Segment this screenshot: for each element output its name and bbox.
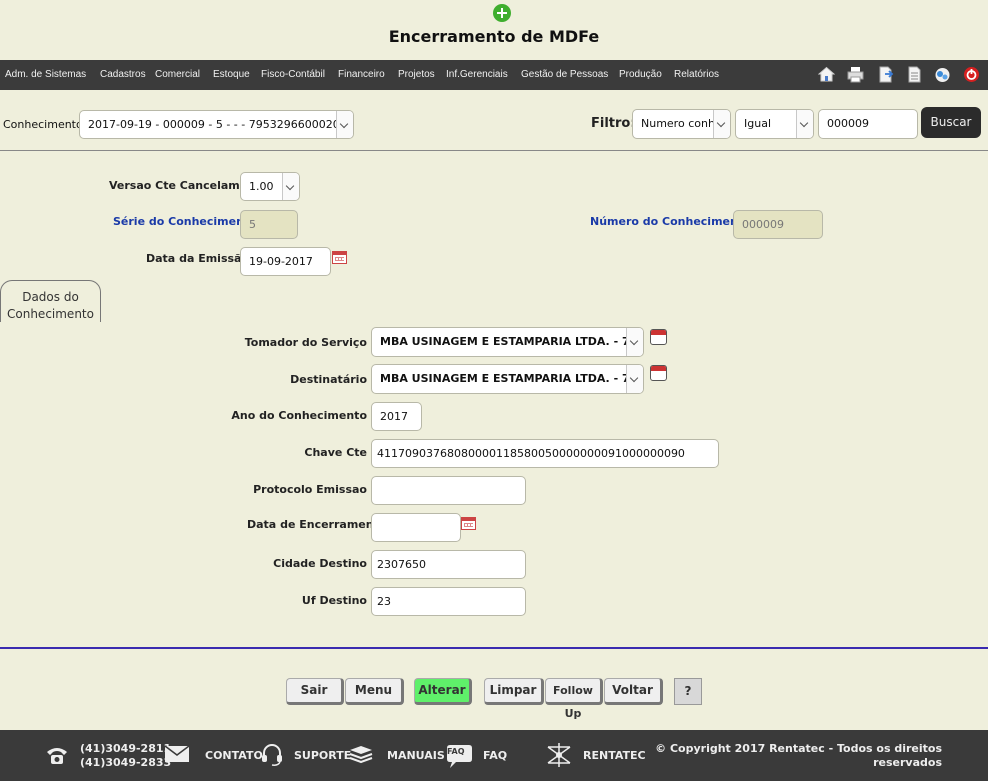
sair-button[interactable]: Sair <box>286 678 344 705</box>
chave-input[interactable]: 4117090376808000011858005000000009100000… <box>371 439 719 468</box>
filtro-field-value: Numero conh <box>641 117 715 130</box>
phone-icon <box>45 744 69 769</box>
faq-icon[interactable]: FAQ <box>444 742 474 770</box>
menu-item-adm-sistemas[interactable]: Adm. de Sistemas <box>5 69 86 80</box>
suporte-link[interactable]: SUPORTE <box>294 749 351 762</box>
main-menu-bar: Adm. de Sistemas Cadastros Comercial Est… <box>0 60 988 90</box>
rentatec-link[interactable]: RENTATEC <box>583 749 646 762</box>
emissao-input[interactable]: 19-09-2017 <box>240 247 331 276</box>
chave-label: Chave Cte <box>304 446 367 459</box>
conhecimento-select[interactable]: 2017-09-19 - 000009 - 5 - - - 7953296600… <box>79 110 354 139</box>
numero-label-text: Número do Conhecimento <box>590 215 751 228</box>
versao-select[interactable]: 1.00 <box>240 172 300 201</box>
uf-label: Uf Destino <box>301 594 367 607</box>
export-icon[interactable] <box>877 66 894 83</box>
calendar-icon[interactable] <box>332 251 347 264</box>
rentatec-logo-icon <box>544 741 574 772</box>
contato-link[interactable]: CONTATO <box>205 749 263 762</box>
tomador-select[interactable]: MBA USINAGEM E ESTAMPARIA LTDA. - 795329… <box>371 327 644 357</box>
phone-number-2[interactable]: (41)3049-2833 <box>80 756 171 769</box>
document-icon[interactable] <box>906 66 923 83</box>
manuais-link[interactable]: MANUAIS <box>387 749 445 762</box>
chevron-down-icon[interactable] <box>713 110 730 138</box>
menu-item-comercial[interactable]: Comercial <box>155 69 200 80</box>
limpar-button[interactable]: Limpar <box>484 678 544 705</box>
destinatario-select[interactable]: MBA USINAGEM E ESTAMPARIA LTDA. - 795329… <box>371 364 644 394</box>
cidade-input[interactable]: 2307650 <box>371 550 526 579</box>
protocolo-label: Protocolo Emissao <box>253 483 367 496</box>
emissao-label-text: Data da Emissão <box>146 252 250 265</box>
top-divider <box>0 150 988 151</box>
menu-item-inf-gerenciais[interactable]: Inf.Gerenciais <box>446 69 508 80</box>
serie-label-text: Série do Conhecimento <box>113 215 257 228</box>
ano-input[interactable]: 2017 <box>371 402 422 431</box>
emissao-label: Data da Emissão* <box>146 252 255 266</box>
chevron-down-icon[interactable] <box>626 365 643 393</box>
versao-select-value: 1.00 <box>249 180 274 193</box>
protocolo-input[interactable] <box>371 476 526 505</box>
menu-item-gestao-pessoas[interactable]: Gestão de Pessoas <box>521 69 608 80</box>
numero-input: 000009 <box>733 210 823 239</box>
menu-item-financeiro[interactable]: Financeiro <box>338 69 385 80</box>
print-icon[interactable] <box>847 66 864 83</box>
books-icon[interactable] <box>348 744 374 769</box>
help-button[interactable]: ? <box>674 678 702 705</box>
uf-input[interactable]: 23 <box>371 587 526 616</box>
calendar-grid <box>464 523 473 527</box>
filtro-value-input[interactable]: 000009 <box>818 109 918 139</box>
page-title: Encerramento de MDFe <box>388 27 600 46</box>
menu-item-estoque[interactable]: Estoque <box>213 69 250 80</box>
menu-item-producao[interactable]: Produção <box>619 69 662 80</box>
alterar-button[interactable]: Alterar <box>414 678 472 705</box>
serie-input: 5 <box>240 210 298 239</box>
chevron-down-icon[interactable] <box>626 328 643 356</box>
filtro-field-select[interactable]: Numero conh <box>632 109 731 139</box>
network-icon[interactable] <box>934 66 951 83</box>
filtro-operator-select[interactable]: Igual <box>735 109 814 139</box>
cidade-label: Cidade Destino <box>273 557 367 570</box>
numero-label: Número do Conhecimento* <box>590 215 757 229</box>
logout-icon[interactable] <box>963 66 980 83</box>
follow-up-button[interactable]: Follow Up <box>545 678 603 720</box>
calendar-grid <box>335 257 344 261</box>
home-icon[interactable] <box>817 66 836 83</box>
faq-badge: FAQ <box>447 747 465 756</box>
buscar-button[interactable]: Buscar <box>921 107 981 138</box>
conhecimento-label: Conhecimento <box>3 118 83 131</box>
calendar-icon[interactable] <box>461 517 476 530</box>
menu-item-relatorios[interactable]: Relatórios <box>674 69 719 80</box>
tab-dados-conhecimento[interactable]: Dados do Conhecimento <box>0 280 101 322</box>
filtro-operator-value: Igual <box>744 117 771 130</box>
menu-item-projetos[interactable]: Projetos <box>398 69 435 80</box>
menu-button[interactable]: Menu <box>345 678 404 705</box>
phone-number-1[interactable]: (41)3049-2811 <box>80 742 171 755</box>
menu-item-fisco-contabil[interactable]: Fisco-Contábil <box>261 69 325 80</box>
lookup-icon[interactable] <box>650 365 667 381</box>
bottom-divider <box>0 647 988 649</box>
filtro-label: Filtro: <box>591 116 636 131</box>
chevron-down-icon[interactable] <box>282 173 299 200</box>
conhecimento-select-value: 2017-09-19 - 000009 - 5 - - - 7953296600… <box>88 118 354 131</box>
ano-label: Ano do Conhecimento <box>231 409 367 422</box>
tomador-select-value: MBA USINAGEM E ESTAMPARIA LTDA. - 795329… <box>380 335 643 348</box>
copyright-line-1: © Copyright 2017 Rentatec - Todos os dir… <box>655 742 942 755</box>
mail-icon[interactable] <box>164 745 190 766</box>
encerramento-label-text: Data de Encerramento <box>247 518 387 531</box>
copyright-line-2: reservados <box>873 756 942 769</box>
chevron-down-icon[interactable] <box>796 110 813 138</box>
voltar-button[interactable]: Voltar <box>604 678 663 705</box>
destinatario-select-value: MBA USINAGEM E ESTAMPARIA LTDA. - 795329… <box>380 372 643 385</box>
footer: (41)3049-2811 (41)3049-2833 CONTATO SUPO… <box>0 730 988 781</box>
tomador-label: Tomador do Serviço <box>244 336 367 349</box>
add-icon[interactable] <box>493 4 511 22</box>
menu-item-cadastros[interactable]: Cadastros <box>100 69 146 80</box>
encerramento-input[interactable] <box>371 513 461 542</box>
headset-icon[interactable] <box>260 743 284 770</box>
faq-link[interactable]: FAQ <box>483 749 507 762</box>
destinatario-label: Destinatário <box>290 373 367 386</box>
lookup-icon[interactable] <box>650 329 667 345</box>
chevron-down-icon[interactable] <box>336 111 353 138</box>
